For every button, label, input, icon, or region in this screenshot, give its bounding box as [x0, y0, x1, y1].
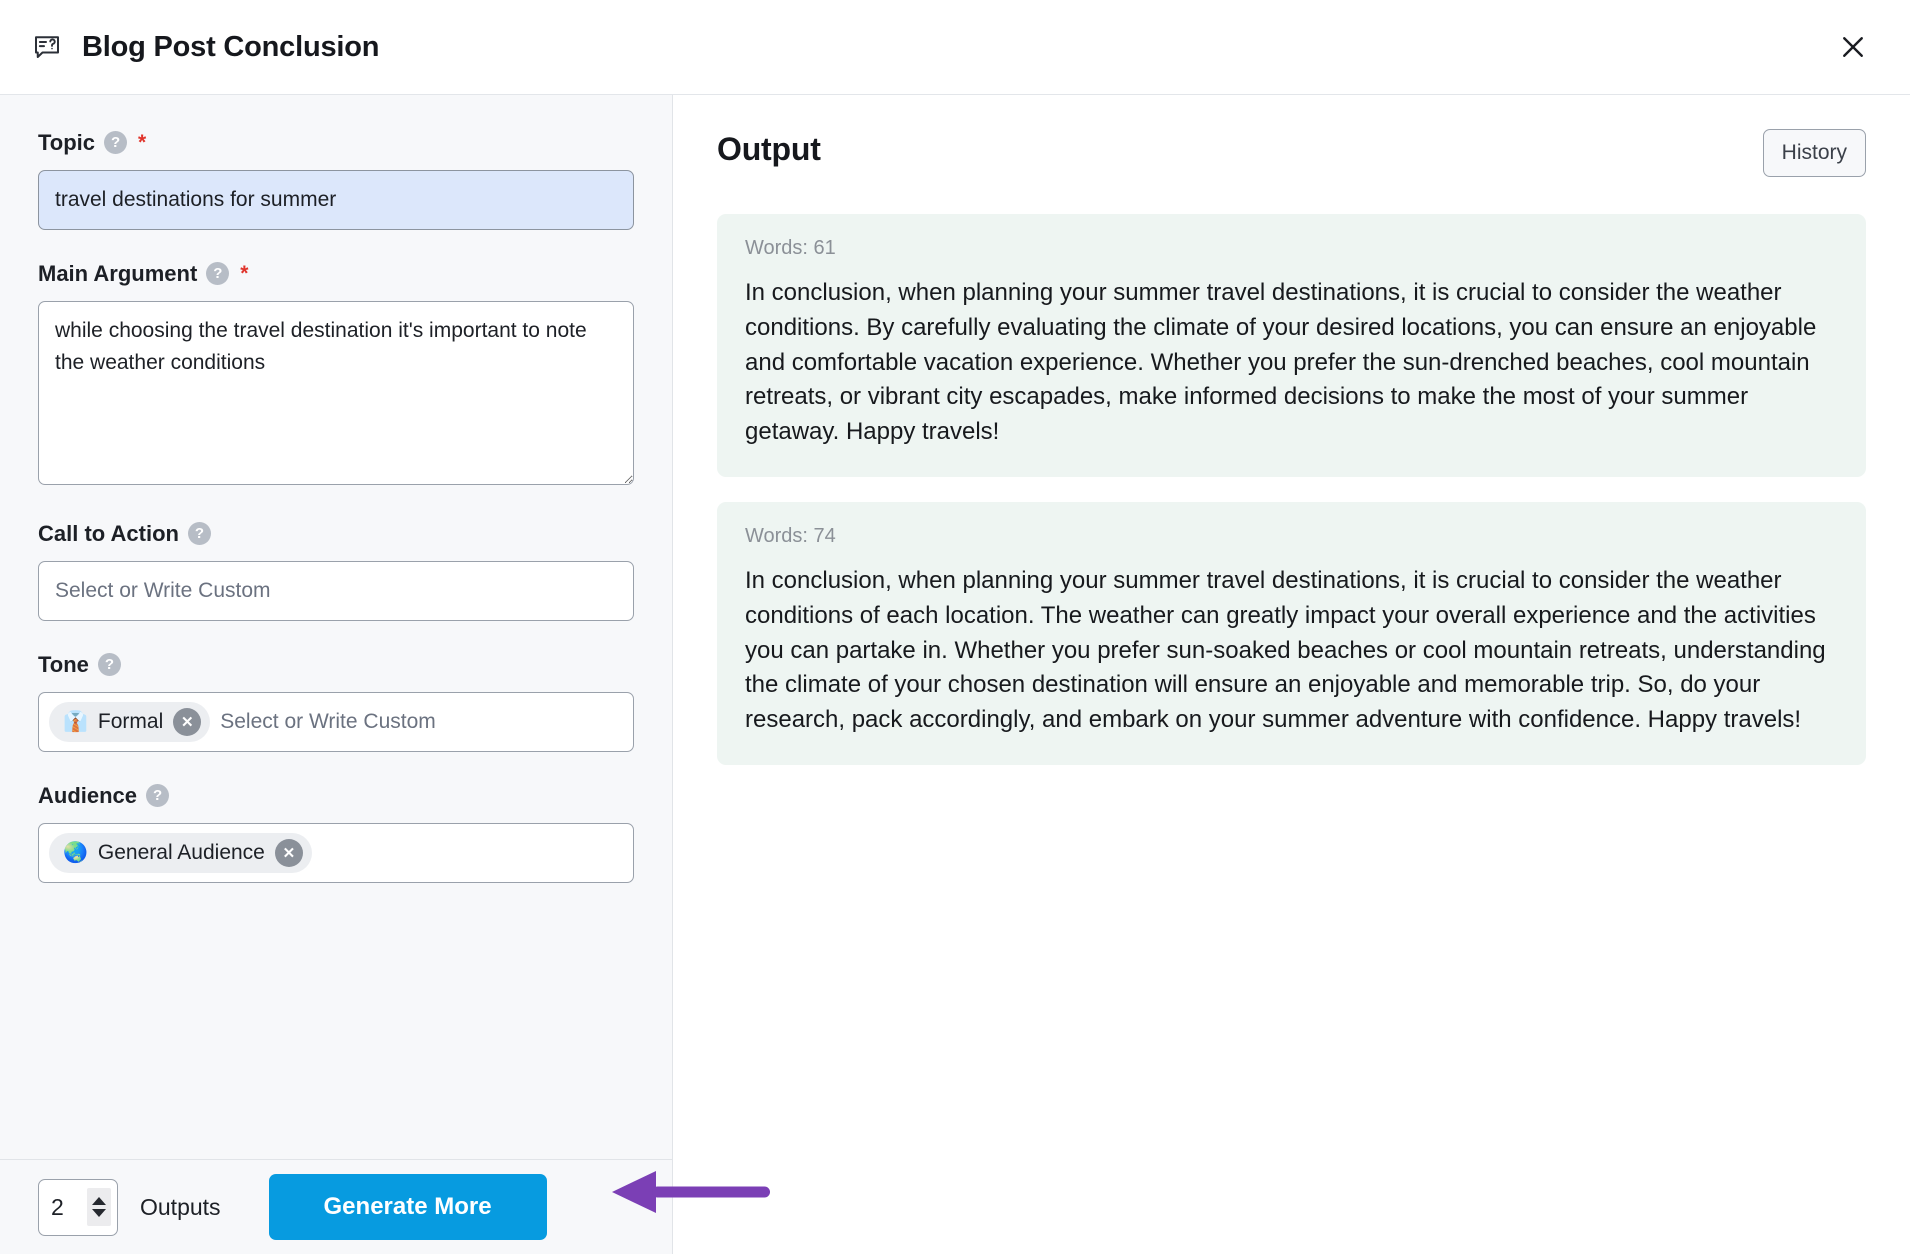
required-marker: *	[138, 131, 147, 154]
output-card-text: In conclusion, when planning your summer…	[745, 279, 1817, 446]
help-icon[interactable]: ?	[97, 653, 121, 676]
tone-placeholder: Select or Write Custom	[220, 710, 436, 733]
field-main-argument-label-text: Main Argument	[38, 260, 198, 286]
field-tone: Tone ? 👔 Formal ✕ Select or Write Custom	[38, 653, 634, 752]
topic-input[interactable]	[38, 170, 634, 230]
blog-post-conclusion-dialog: Blog Post Conclusion Topic ? * travel de…	[0, 0, 1910, 1254]
stepper-arrows[interactable]	[87, 1188, 111, 1226]
word-count-badge: Words: 74	[745, 524, 836, 547]
generate-more-button[interactable]: Generate More	[268, 1174, 547, 1240]
audience-chip-general: 🌏 General Audience ✕	[49, 833, 312, 873]
globe-icon: 🌏	[63, 842, 88, 864]
field-main-argument-label: Main Argument ? *	[38, 262, 634, 285]
help-icon[interactable]: ?	[206, 262, 230, 285]
field-tone-label: Tone ?	[38, 653, 634, 676]
form-footer-bar: 2 Outputs Generate More	[0, 1159, 672, 1254]
output-panel: Output History Words: 61 In conclusion, …	[673, 95, 1910, 1254]
output-card[interactable]: Words: 74 In conclusion, when planning y…	[717, 501, 1866, 765]
field-main-argument: Main Argument ? *	[38, 262, 634, 490]
speech-bubble-question-icon	[30, 30, 64, 64]
field-topic-label-text: Topic	[38, 129, 96, 155]
outputs-label: Outputs	[140, 1193, 221, 1220]
field-topic-label: Topic ? *	[38, 131, 634, 154]
page-title: Blog Post Conclusion	[82, 30, 380, 63]
dialog-header: Blog Post Conclusion	[0, 0, 1910, 95]
tone-chip-label: Formal	[97, 710, 164, 733]
help-icon[interactable]: ?	[146, 784, 170, 807]
field-audience-label-text: Audience	[38, 782, 138, 808]
dialog-body: Topic ? * Main Argument ? *	[0, 95, 1910, 1254]
field-call-to-action-label: Call to Action ?	[38, 522, 634, 545]
header-title-group: Blog Post Conclusion	[30, 30, 379, 64]
field-call-to-action-label-text: Call to Action	[38, 520, 179, 546]
main-argument-textarea[interactable]	[38, 301, 634, 485]
outputs-count-value: 2	[51, 1193, 64, 1220]
chevron-up-icon[interactable]	[92, 1197, 106, 1205]
output-card[interactable]: Words: 61 In conclusion, when planning y…	[717, 214, 1866, 477]
help-icon[interactable]: ?	[187, 522, 211, 545]
output-title: Output	[717, 131, 821, 167]
field-call-to-action: Call to Action ?	[38, 522, 634, 621]
field-audience: Audience ? 🌏 General Audience ✕	[38, 784, 634, 883]
field-topic: Topic ? *	[38, 131, 634, 230]
audience-tag-input[interactable]: 🌏 General Audience ✕	[38, 823, 634, 883]
remove-chip-icon[interactable]: ✕	[274, 839, 303, 867]
audience-chip-label: General Audience	[97, 841, 265, 864]
history-button[interactable]: History	[1762, 129, 1866, 177]
help-icon[interactable]: ?	[104, 131, 128, 154]
form-scroll-area[interactable]: Topic ? * Main Argument ? *	[0, 95, 672, 1159]
close-icon[interactable]	[1830, 24, 1876, 70]
output-card-text: In conclusion, when planning your summer…	[745, 566, 1826, 734]
person-in-suit-icon: 👔	[63, 711, 88, 733]
field-tone-label-text: Tone	[38, 651, 89, 677]
required-marker: *	[240, 262, 249, 285]
tone-chip-formal: 👔 Formal ✕	[49, 702, 211, 742]
input-form-panel: Topic ? * Main Argument ? *	[0, 95, 673, 1254]
word-count-badge: Words: 61	[745, 237, 836, 259]
output-header: Output History	[717, 129, 1866, 177]
tone-tag-input[interactable]: 👔 Formal ✕ Select or Write Custom	[38, 692, 634, 752]
field-audience-label: Audience ?	[38, 784, 634, 807]
outputs-stepper[interactable]: 2	[38, 1178, 118, 1236]
call-to-action-input[interactable]	[38, 561, 634, 621]
remove-chip-icon[interactable]: ✕	[173, 708, 202, 736]
chevron-down-icon[interactable]	[92, 1209, 106, 1217]
